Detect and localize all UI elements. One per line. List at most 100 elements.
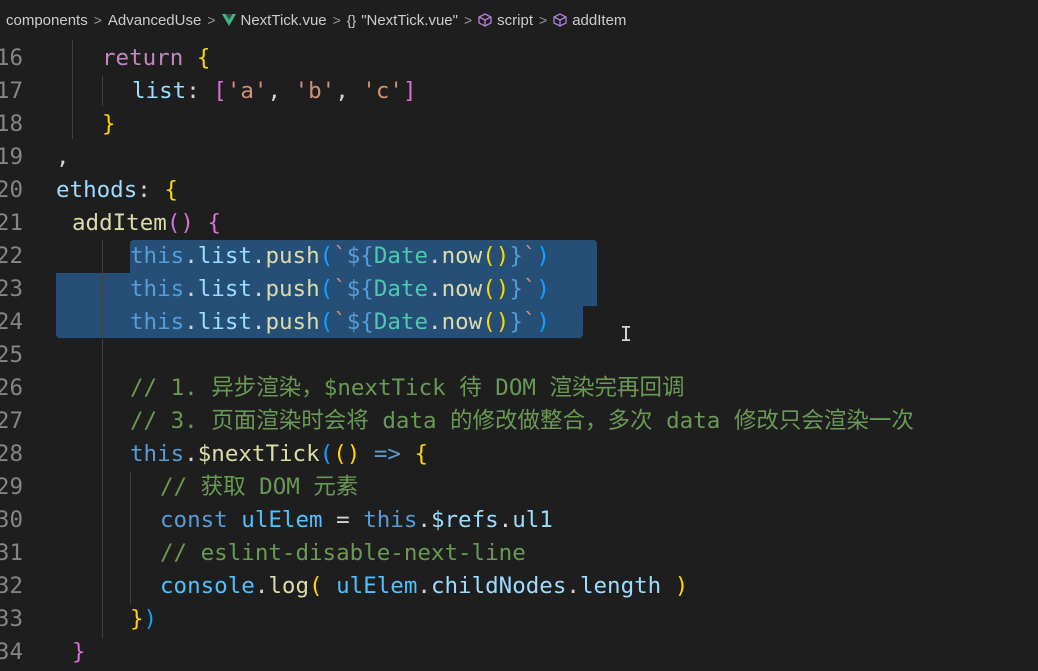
breadcrumb-item-module[interactable]: {} "NextTick.vue" [347,12,458,29]
code-token: addItem [72,210,167,236]
code-token: $nextTick [197,441,320,467]
code-token: push [265,309,320,335]
line-number: 29 [0,474,23,500]
line-number: 30 [0,507,23,533]
code-token: . [428,276,442,302]
code-text: const ulElem = this.$refs.ul1 [160,504,553,537]
breadcrumb-item-advanceduse[interactable]: AdvancedUse [108,12,201,29]
breadcrumb: components > AdvancedUse > NextTick.vue … [0,0,1038,40]
code-token: { [207,210,222,236]
code-token: now [441,243,483,269]
code-token: childNodes [430,573,567,599]
code-line[interactable]: 28 this.$nextTick(() => { [0,438,1038,471]
code-text: // 1. 异步渲染，$nextTick 待 DOM 渲染完再回调 [130,372,684,405]
code-token: () [333,441,361,467]
code-token: } [509,309,523,335]
chevron-right-icon: > [332,12,341,28]
breadcrumb-item-components[interactable]: components [6,12,88,29]
code-token: // 获取 DOM 元素 [160,474,359,500]
code-line[interactable]: 20 ethods: { [0,174,1038,207]
cube-icon [478,13,492,27]
code-text: // 3. 页面渲染时会将 data 的修改做整合，多次 data 修改只会渲染… [130,405,914,438]
code-token: now [441,276,483,302]
code-token: ) [536,309,550,335]
code-token: } [509,276,523,302]
code-token: { [164,177,178,203]
code-line[interactable]: 21 addItem() { [0,207,1038,240]
code-token: // eslint-disable-next-line [160,540,526,566]
code-text: this.$nextTick(() => { [130,438,428,471]
code-token: ` [333,243,347,269]
code-token: () [482,309,510,335]
code-token: , [56,144,70,170]
code-token: . [251,276,266,302]
code-line[interactable]: 24 this.list.push(`${Date.now()}`) [0,306,1038,339]
line-number: 28 [0,441,23,467]
code-token: . [251,243,266,269]
code-token: } [72,639,86,665]
braces-icon: {} [346,12,357,28]
line-number: 31 [0,540,23,566]
code-line[interactable]: 27 // 3. 页面渲染时会将 data 的修改做整合，多次 data 修改只会… [0,405,1038,438]
code-token: Date [373,243,429,269]
code-text: // eslint-disable-next-line [160,537,526,570]
code-line[interactable]: 33}) [0,603,1038,636]
code-line[interactable]: 17 list: ['a', 'b', 'c'] [0,75,1038,108]
code-text: addItem() { [72,207,221,240]
code-token: ( [319,243,334,269]
vue-icon [221,14,236,26]
code-token: ) [536,243,550,269]
breadcrumb-item-file[interactable]: NextTick.vue [221,12,327,29]
code-text: this.list.push(`${Date.now()}`) [130,240,550,273]
code-token: , [267,78,295,104]
line-number: 26 [0,375,23,401]
line-number: 16 [0,45,23,71]
code-token: ( [319,441,334,467]
code-token: ulElem [241,507,323,533]
code-editor[interactable]: 16 return {17 list: ['a', 'b', 'c'] 18} 19, 2… [0,40,1038,671]
code-line[interactable]: 32 console.log( ulElem.childNodes.length … [0,570,1038,603]
code-token: . [184,441,198,467]
code-line[interactable]: 30 const ulElem = this.$refs.ul1 [0,504,1038,537]
code-token: 'b' [294,78,336,104]
code-token: : [137,177,165,203]
code-text: } [102,108,116,141]
code-line[interactable]: 26 // 1. 异步渲染，$nextTick 待 DOM 渲染完再回调 [0,372,1038,405]
code-line[interactable]: 22 this.list.push(`${Date.now()}`) [0,240,1038,273]
code-text: , [56,141,70,174]
line-number: 25 [0,342,23,368]
code-token: const [160,507,228,533]
code-token: ( [319,309,334,335]
code-token: ( [309,573,323,599]
breadcrumb-item-script[interactable]: script [478,12,533,29]
code-line[interactable]: 34} [0,636,1038,669]
line-number: 24 [0,309,23,335]
line-number: 19 [0,144,23,170]
line-number: 23 [0,276,23,302]
code-line[interactable]: 29 // 获取 DOM 元素 [0,471,1038,504]
code-line[interactable]: 25 [0,339,1038,372]
code-token: ` [522,276,537,302]
code-token: // 3. 页面渲染时会将 data 的修改做整合，多次 data 修改只会渲染… [130,408,914,434]
code-token: : [186,78,214,104]
code-token: push [265,243,320,269]
code-line[interactable]: 23 this.list.push(`${Date.now()}`) [0,273,1038,306]
code-token: . [251,309,266,335]
code-token: . [184,243,198,269]
code-token: . [428,309,442,335]
line-number: 32 [0,573,23,599]
code-line[interactable]: 19, [0,141,1038,174]
code-token: ethods [56,177,138,203]
code-line[interactable]: 16 return { [0,42,1038,75]
code-line[interactable]: 18} [0,108,1038,141]
code-token: log [268,573,310,599]
code-token: . [428,243,442,269]
code-line[interactable]: 31 // eslint-disable-next-line [0,537,1038,570]
code-token: => [373,441,401,467]
line-number: 20 [0,177,23,203]
breadcrumb-item-additem[interactable]: addItem [553,12,626,29]
